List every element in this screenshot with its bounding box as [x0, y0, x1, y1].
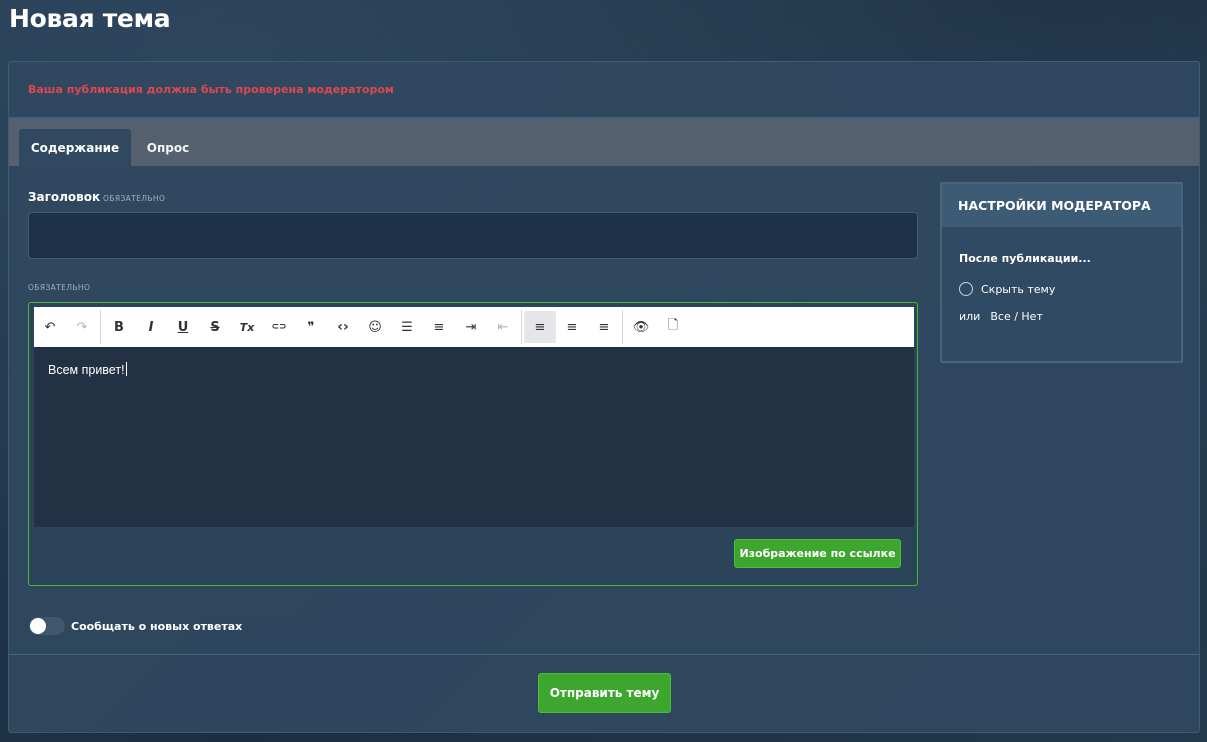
- moderation-notice: Ваша публикация должна быть проверена мо…: [28, 83, 394, 96]
- after-publish-label: После публикации...: [959, 252, 1091, 265]
- code-icon[interactable]: ‹›: [327, 311, 359, 343]
- image-by-link-button[interactable]: Изображение по ссылке: [734, 539, 901, 568]
- footer-divider: [9, 654, 1199, 655]
- select-all-none-row: или Все / Нет: [959, 310, 1043, 323]
- tab-poll[interactable]: Опрос: [135, 129, 201, 166]
- full-preview-icon[interactable]: 🗋: [657, 311, 689, 343]
- hide-topic-checkbox[interactable]: [959, 282, 973, 296]
- title-label: Заголовок: [28, 190, 101, 204]
- editor-toolbar: ↶ ↷ B I U S Tx ⊂⊃ ❞ ‹› ☺ ☰ ≡ ⇥ ⇤ ≡ ≡ ≡ 👁 🗋: [34, 307, 914, 347]
- editor-content-area[interactable]: Всем привет!: [34, 347, 914, 527]
- align-right-icon[interactable]: ≡: [588, 311, 620, 343]
- strikethrough-icon[interactable]: S: [199, 311, 231, 343]
- notify-toggle[interactable]: [29, 617, 65, 635]
- or-label: или: [959, 310, 981, 323]
- clear-format-icon[interactable]: Tx: [231, 311, 263, 343]
- tab-content[interactable]: Содержание: [19, 129, 131, 166]
- moderator-settings-header: НАСТРОЙКИ МОДЕРАТОРА: [942, 184, 1181, 227]
- title-required-tag: ОБЯЗАТЕЛЬНО: [103, 194, 166, 203]
- outdent-icon[interactable]: ⇤: [487, 311, 519, 343]
- all-none-link[interactable]: Все / Нет: [990, 310, 1043, 323]
- editor-text: Всем привет!: [48, 363, 125, 377]
- align-center-icon[interactable]: ≡: [556, 311, 588, 343]
- redo-icon[interactable]: ↷: [66, 311, 98, 343]
- submit-topic-button[interactable]: Отправить тему: [538, 673, 671, 713]
- underline-icon[interactable]: U: [167, 311, 199, 343]
- tabs-bar: Содержание Опрос: [9, 119, 1199, 166]
- quote-icon[interactable]: ❞: [295, 311, 327, 343]
- link-icon[interactable]: ⊂⊃: [263, 311, 295, 343]
- notify-toggle-row: Сообщать о новых ответах: [29, 617, 242, 635]
- indent-icon[interactable]: ⇥: [455, 311, 487, 343]
- toolbar-separator: [100, 310, 101, 344]
- page-title: Новая тема: [9, 4, 171, 33]
- hide-topic-row: Скрыть тему: [959, 282, 1055, 296]
- hide-topic-label[interactable]: Скрыть тему: [981, 283, 1055, 296]
- moderator-settings-box: НАСТРОЙКИ МОДЕРАТОРА После публикации...…: [940, 182, 1183, 363]
- toggle-knob: [30, 618, 46, 634]
- title-input[interactable]: [28, 212, 918, 259]
- new-topic-form: Ваша публикация должна быть проверена мо…: [8, 61, 1200, 733]
- italic-icon[interactable]: I: [135, 311, 167, 343]
- preview-icon[interactable]: 👁: [625, 311, 657, 343]
- emoji-icon[interactable]: ☺: [359, 311, 391, 343]
- toolbar-separator: [521, 310, 522, 344]
- align-left-icon[interactable]: ≡: [524, 311, 556, 343]
- bold-icon[interactable]: B: [103, 311, 135, 343]
- bullet-list-icon[interactable]: ☰: [391, 311, 423, 343]
- rich-text-editor: ↶ ↷ B I U S Tx ⊂⊃ ❞ ‹› ☺ ☰ ≡ ⇥ ⇤ ≡ ≡ ≡ 👁 🗋 Всем привет! Изо…: [28, 302, 918, 586]
- editor-required-tag: ОБЯЗАТЕЛЬНО: [28, 283, 91, 292]
- toolbar-separator: [622, 310, 623, 344]
- notify-label: Сообщать о новых ответах: [71, 619, 243, 633]
- numbered-list-icon[interactable]: ≡: [423, 311, 455, 343]
- text-caret: [125, 362, 127, 376]
- undo-icon[interactable]: ↶: [34, 311, 66, 343]
